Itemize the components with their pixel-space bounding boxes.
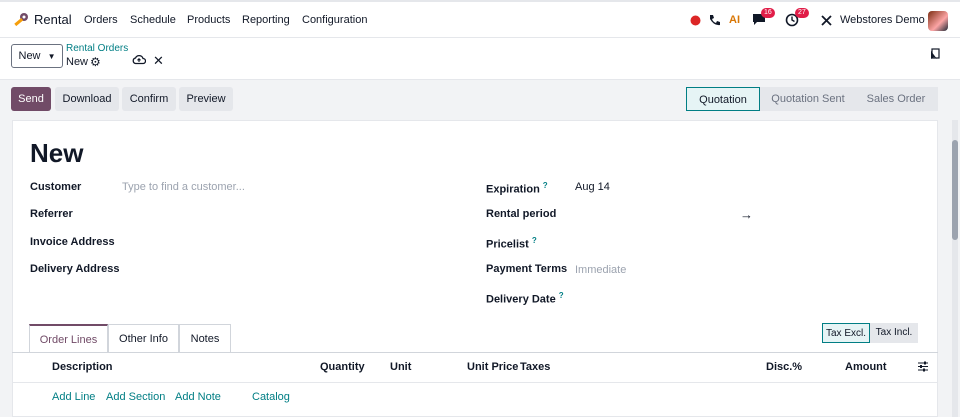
tab-divider — [12, 352, 938, 353]
payment-terms-input[interactable]: Immediate — [575, 264, 626, 276]
phone-icon[interactable] — [708, 14, 721, 30]
col-amount[interactable]: Amount — [845, 361, 887, 373]
tab-order-lines[interactable]: Order Lines — [29, 324, 108, 353]
help-icon[interactable]: ? — [543, 181, 548, 190]
col-unit[interactable]: Unit — [390, 361, 411, 373]
payment-terms-label: Payment Terms — [486, 263, 568, 275]
table-header-divider — [12, 382, 938, 383]
control-panel: New ▼ Rental Orders New ⚙ ✕ — [0, 38, 960, 80]
pricelist-label-text: Pricelist — [486, 238, 529, 251]
col-disc[interactable]: Disc.% — [766, 361, 802, 373]
caret-down-icon: ▼ — [47, 52, 56, 61]
column-settings-icon[interactable] — [917, 361, 929, 375]
help-icon[interactable]: ? — [532, 236, 537, 245]
add-line-link[interactable]: Add Line — [52, 391, 95, 403]
menu-reporting[interactable]: Reporting — [242, 14, 290, 26]
add-note-link[interactable]: Add Note — [175, 391, 221, 403]
bookmark-icon[interactable] — [930, 48, 940, 63]
top-navbar: Rental Orders Schedule Products Reportin… — [0, 0, 960, 38]
preview-button[interactable]: Preview — [179, 87, 233, 111]
col-description[interactable]: Description — [52, 361, 113, 373]
activity-clock-icon[interactable]: 27 — [785, 8, 809, 30]
status-quotation[interactable]: Quotation — [686, 87, 760, 111]
help-icon[interactable]: ? — [559, 291, 564, 300]
order-title: New — [30, 138, 84, 168]
download-button[interactable]: Download — [55, 87, 119, 111]
menu-products[interactable]: Products — [187, 14, 230, 26]
scrollbar-thumb[interactable] — [952, 140, 958, 240]
referrer-label: Referrer — [30, 208, 73, 220]
arrow-right-icon: → — [740, 207, 753, 222]
new-label: New — [18, 50, 41, 62]
delivery-address-label: Delivery Address — [30, 263, 120, 275]
invoice-address-label: Invoice Address — [30, 236, 115, 248]
expiration-input[interactable]: Aug 14 — [575, 181, 610, 193]
send-button[interactable]: Send — [11, 87, 51, 111]
gear-icon[interactable]: ⚙ — [90, 55, 101, 69]
menu-schedule[interactable]: Schedule — [130, 14, 176, 26]
catalog-link[interactable]: Catalog — [252, 391, 290, 403]
expiration-label-text: Expiration — [486, 183, 540, 196]
tax-excluded-toggle[interactable]: Tax Excl. — [822, 323, 870, 343]
confirm-button[interactable]: Confirm — [122, 87, 176, 111]
tab-notes[interactable]: Notes — [179, 324, 231, 353]
new-button[interactable]: New ▼ — [11, 44, 63, 68]
activity-badge: 27 — [795, 8, 809, 18]
status-quotation-sent[interactable]: Quotation Sent — [760, 87, 856, 111]
expiration-label: Expiration? — [486, 181, 548, 196]
rental-app-icon[interactable] — [12, 12, 30, 31]
delivery-date-label-text: Delivery Date — [486, 293, 556, 306]
status-sales-order[interactable]: Sales Order — [854, 87, 938, 111]
menu-configuration[interactable]: Configuration — [302, 14, 367, 26]
col-quantity[interactable]: Quantity — [320, 361, 365, 373]
tab-other-info[interactable]: Other Info — [108, 324, 179, 353]
messages-icon[interactable]: 16 — [752, 8, 775, 29]
pricelist-label: Pricelist? — [486, 236, 537, 251]
delivery-date-label: Delivery Date? — [486, 291, 564, 306]
add-section-link[interactable]: Add Section — [106, 391, 165, 403]
messages-badge: 16 — [761, 8, 775, 18]
tax-included-toggle[interactable]: Tax Incl. — [870, 323, 918, 343]
app-name[interactable]: Rental — [34, 12, 72, 27]
customer-input[interactable]: Type to find a customer... — [122, 181, 245, 193]
discard-icon[interactable]: ✕ — [153, 53, 164, 69]
user-avatar[interactable] — [928, 11, 948, 31]
record-icon[interactable] — [690, 15, 701, 29]
breadcrumb-parent[interactable]: Rental Orders — [66, 43, 128, 54]
customer-label: Customer — [30, 181, 82, 193]
ai-icon[interactable]: AI — [729, 14, 740, 26]
cloud-save-icon[interactable] — [132, 54, 147, 68]
col-taxes[interactable]: Taxes — [520, 361, 550, 373]
rental-period-label: Rental period — [486, 208, 557, 220]
tools-icon[interactable] — [820, 14, 833, 30]
col-unit-price[interactable]: Unit Price — [467, 361, 518, 373]
breadcrumb-current: New — [66, 56, 89, 68]
menu-orders[interactable]: Orders — [84, 14, 118, 26]
company-name[interactable]: Webstores Demo — [840, 14, 925, 26]
